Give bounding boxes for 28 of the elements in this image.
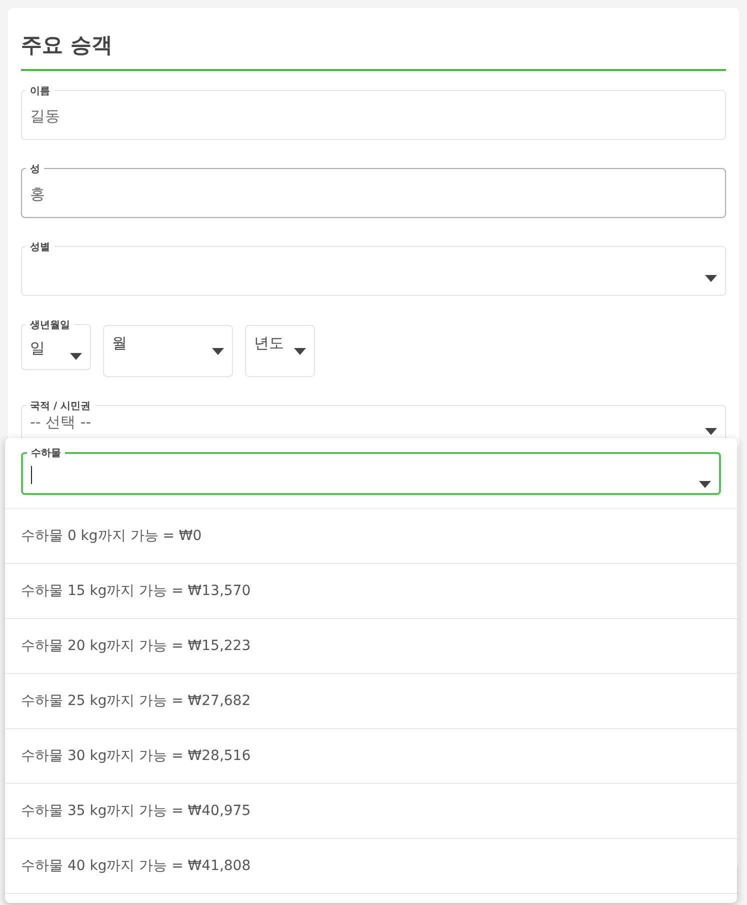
- field-label: 이름: [30, 86, 50, 97]
- field-label: 국적 / 시민권: [30, 401, 91, 412]
- dropdown-option[interactable]: 수하물 25 kg까지 가능 = ₩27,682: [21, 692, 251, 710]
- dropdown-option[interactable]: 수하물 0 kg까지 가능 = ₩0: [21, 527, 202, 545]
- section-title: 주요 승객: [21, 32, 114, 59]
- caret-icon: [699, 481, 711, 488]
- dropdown-option[interactable]: 수하물 20 kg까지 가능 = ₩15,223: [21, 637, 251, 655]
- field-label: 생년월일: [30, 320, 70, 331]
- select-field[interactable]: 수하물: [21, 446, 721, 495]
- select-field[interactable]: 월: [103, 325, 233, 377]
- text-cursor: [31, 466, 32, 484]
- caret-icon: [70, 353, 82, 360]
- field-label: 성별: [30, 242, 50, 253]
- field-label: 수하물: [31, 448, 61, 459]
- text-field[interactable]: 이름 길동: [21, 84, 726, 140]
- dropdown-option[interactable]: 수하물 35 kg까지 가능 = ₩40,975: [21, 802, 251, 820]
- caret-icon: [705, 428, 717, 435]
- select-field[interactable]: 년도: [245, 325, 315, 377]
- dropdown-option[interactable]: 수하물 30 kg까지 가능 = ₩28,516: [21, 747, 251, 765]
- dropdown-option[interactable]: 수하물 40 kg까지 가능 = ₩41,808: [21, 857, 251, 875]
- caret-icon: [294, 348, 306, 355]
- dropdown-option[interactable]: 수하물 15 kg까지 가능 = ₩13,570: [21, 582, 251, 600]
- caret-icon: [705, 275, 717, 282]
- field-label: 성: [30, 164, 40, 175]
- select-field[interactable]: 성별: [21, 240, 726, 296]
- select-field[interactable]: 생년월일 일: [21, 318, 91, 370]
- text-field[interactable]: 성 홍: [21, 162, 726, 218]
- caret-icon: [212, 348, 224, 355]
